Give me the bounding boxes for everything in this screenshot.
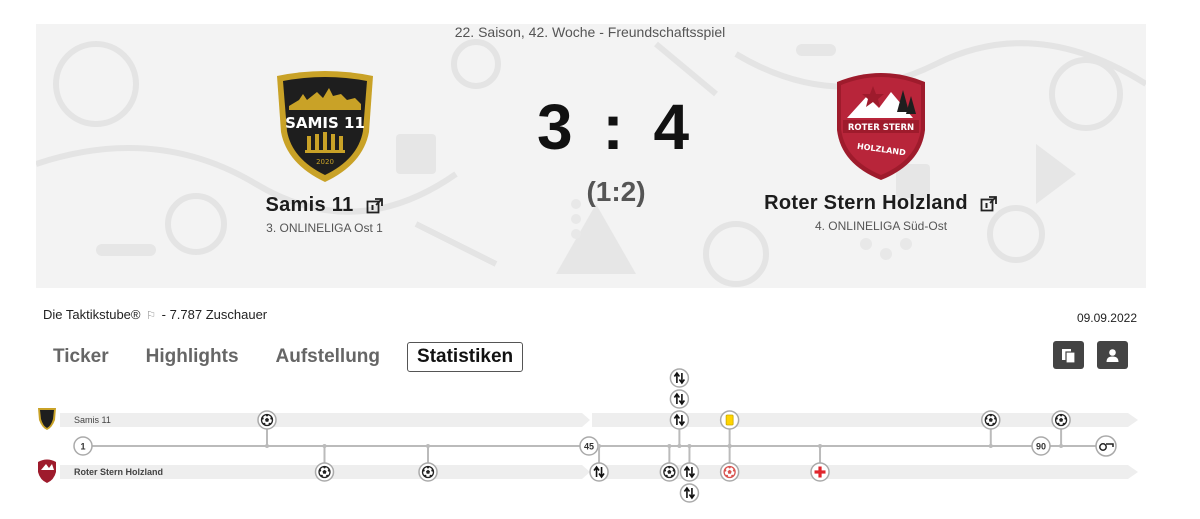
season-info: 22. Saison, 42. Woche - Freundschaftsspi…	[454, 24, 726, 40]
home-event-yellow-card-icon[interactable]	[719, 410, 740, 430]
home-event-ball-icon[interactable]	[257, 410, 277, 430]
scoreboard-hero: SAMIS 11 2020 Samis 11 3. ONLINELIGA Ost…	[36, 24, 1146, 288]
event-axis-dot	[818, 444, 823, 448]
event-axis-dot	[677, 444, 682, 448]
home-team-league[interactable]: 3. ONLINELIGA Ost 1	[222, 221, 427, 235]
home-event-ball-icon[interactable]	[981, 410, 1001, 430]
svg-text:1: 1	[80, 442, 85, 452]
event-axis-dot	[322, 444, 327, 448]
away-event-substitution-icon[interactable]	[589, 462, 609, 482]
home-lane-first-half	[60, 413, 590, 427]
svg-text:2020: 2020	[316, 158, 334, 166]
svg-text:ROTER STERN: ROTER STERN	[848, 123, 914, 133]
event-axis-dot	[265, 444, 269, 448]
event-axis-dot	[426, 444, 430, 448]
away-team: ROTER STERN HOLZLAND Roter Stern Holzlan…	[741, 24, 1021, 233]
away-event-ball-icon[interactable]	[314, 462, 335, 482]
external-link-icon[interactable]	[366, 197, 384, 215]
away-event-substitution-icon[interactable]	[679, 462, 700, 482]
event-axis-dot	[988, 444, 993, 448]
svg-text:SAMIS 11: SAMIS 11	[285, 114, 365, 132]
whistle-icon[interactable]	[1095, 435, 1117, 457]
away-event-injury-icon[interactable]	[810, 462, 830, 482]
match-page: SAMIS 11 2020 Samis 11 3. ONLINELIGA Ost…	[0, 0, 1200, 519]
flag-icon: ⚐	[146, 310, 156, 322]
event-axis-dot	[687, 444, 692, 448]
away-crest-logo[interactable]: ROTER STERN HOLZLAND	[833, 68, 929, 182]
venue-info: Die Taktikstube® ⚐ - 7.787 Zuschauer	[43, 307, 267, 322]
home-team: SAMIS 11 2020 Samis 11 3. ONLINELIGA Ost…	[222, 24, 427, 235]
match-date: 09.09.2022	[1076, 311, 1137, 325]
spectator-count: - 7.787 Zuschauer	[161, 307, 268, 322]
home-crest-logo[interactable]: SAMIS 11 2020	[273, 70, 377, 184]
event-axis-dot	[727, 444, 732, 448]
match-timeline: Samis 11 Roter Stern Holzland 1 45 90	[38, 368, 1138, 503]
minute-marker-fulltime: 90	[1031, 436, 1051, 456]
away-event-own-goal-icon[interactable]	[719, 462, 740, 482]
event-axis-dot	[597, 444, 602, 448]
away-mini-crest	[38, 459, 56, 483]
home-event-ball-icon[interactable]	[1051, 410, 1071, 430]
event-axis-dot	[667, 444, 672, 448]
final-score: 3 : 4	[536, 91, 696, 163]
away-event-substitution-icon[interactable]	[679, 483, 700, 503]
away-lane-label: Roter Stern Holzland	[74, 467, 163, 477]
home-event-substitution-icon[interactable]	[669, 368, 690, 388]
away-team-league[interactable]: 4. ONLINELIGA Süd-Ost	[741, 219, 1021, 233]
away-event-ball-icon[interactable]	[659, 462, 680, 482]
minute-marker-start: 1	[73, 436, 93, 456]
halftime-score: (1:2)	[586, 176, 646, 207]
home-mini-crest	[38, 408, 56, 430]
away-team-name[interactable]: Roter Stern Holzland	[764, 192, 968, 215]
home-event-substitution-icon[interactable]	[669, 389, 690, 409]
external-link-icon[interactable]	[980, 195, 998, 213]
event-axis-dot	[1059, 444, 1064, 448]
away-event-ball-icon[interactable]	[418, 462, 438, 482]
home-event-substitution-icon[interactable]	[669, 410, 690, 430]
home-lane-label: Samis 11	[74, 415, 111, 425]
home-team-name[interactable]: Samis 11	[265, 194, 353, 217]
venue-name[interactable]: Die Taktikstube®	[43, 307, 141, 322]
svg-text:45: 45	[584, 442, 594, 452]
minute-marker-halftime: 45	[579, 436, 599, 456]
svg-text:90: 90	[1036, 442, 1046, 452]
